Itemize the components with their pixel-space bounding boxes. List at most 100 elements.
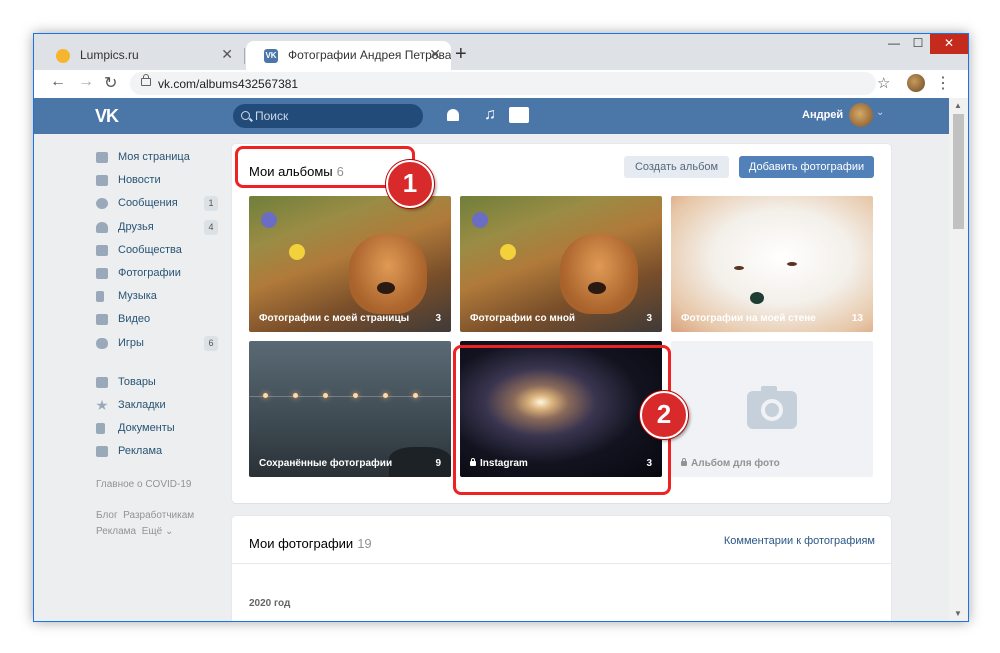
sidebar-item-label: Фотографии	[118, 266, 181, 279]
create-album-button[interactable]: Создать альбом	[624, 156, 729, 178]
sidebar-item-communities[interactable]: Сообщества	[94, 239, 224, 262]
album-count: 3	[646, 313, 652, 324]
sidebar-item-bookmarks[interactable]: Закладки	[94, 394, 224, 417]
sidebar-item-label: Реклама	[118, 445, 163, 458]
album-tile-photos-with-me[interactable]: Фотографии со мной 3	[460, 196, 662, 332]
sidebar-item-friends[interactable]: Друзья 4	[94, 216, 224, 239]
vk-logo[interactable]: VK	[95, 106, 125, 126]
fox-eye-shape	[734, 266, 744, 270]
message-bubble-icon	[96, 198, 108, 210]
sidebar-item-games[interactable]: Игры 6	[94, 332, 224, 355]
menu-kebab-icon[interactable]: ⋮	[935, 73, 951, 93]
sidebar-item-label: Документы	[118, 422, 175, 435]
sidebar-item-label: Сообщения	[118, 197, 178, 210]
chevron-down-icon[interactable]: ⌄	[165, 526, 173, 537]
new-tab-button[interactable]: +	[455, 43, 467, 66]
search-placeholder: Поиск	[255, 109, 289, 123]
annotation-marker-2: 2	[640, 391, 688, 439]
bookmark-star-icon[interactable]: ☆	[877, 74, 890, 92]
close-tab-icon[interactable]: ✕	[221, 46, 233, 63]
footer-blog-link[interactable]: Блог	[96, 510, 118, 521]
user-avatar[interactable]	[849, 103, 873, 127]
sidebar-item-ads[interactable]: Реклама	[94, 440, 224, 463]
sidebar-item-documents[interactable]: Документы	[94, 417, 224, 440]
album-name: Фотографии на моей стене	[681, 313, 816, 324]
user-name[interactable]: Андрей	[802, 109, 843, 121]
tab-lumpics[interactable]: Lumpics.ru ✕	[38, 41, 243, 70]
footer-ads-link[interactable]: Реклама	[96, 526, 136, 537]
megaphone-icon	[96, 446, 108, 458]
sidebar-item-messages[interactable]: Сообщения 1	[94, 192, 224, 215]
page-scrollbar[interactable]: ▲ ▼	[949, 98, 968, 621]
album-tile-saved-photos[interactable]: Сохранённые фотографии 9	[249, 341, 451, 477]
sidebar-item-video[interactable]: Видео	[94, 308, 224, 331]
footer-devs-link[interactable]: Разработчикам	[123, 510, 194, 521]
tab-vk-photos[interactable]: VK Фотографии Андрея Петрова – ✕	[246, 41, 451, 70]
reload-icon[interactable]: ↻	[104, 73, 117, 93]
browser-toolbar: ← → ↻ vk.com/albums432567381 ☆ ⋮	[34, 70, 968, 98]
chevron-down-icon[interactable]: ⌄	[876, 107, 884, 118]
photos-title: Мои фотографии 19	[249, 536, 372, 551]
music-note-icon[interactable]: ♫	[484, 106, 496, 124]
year-heading: 2020 год	[249, 598, 291, 609]
messages-count-badge: 1	[204, 196, 218, 212]
album-count: 3	[435, 313, 441, 324]
sidebar-item-label: Моя страница	[118, 151, 190, 163]
covid-link[interactable]: Главное о COVID-19	[94, 479, 224, 490]
album-tile-photo-album[interactable]: Альбом для фото	[671, 341, 873, 477]
album-tile-profile-photos[interactable]: Фотографии с моей страницы 3	[249, 196, 451, 332]
footer-more-link[interactable]: Ещё	[142, 526, 162, 537]
sidebar-item-my-page[interactable]: Моя страница	[94, 146, 224, 169]
flower-shape	[289, 244, 305, 260]
flower-shape	[261, 212, 277, 228]
tab-title: Фотографии Андрея Петрова –	[288, 48, 451, 62]
fox-eye-shape	[787, 262, 797, 266]
lumpics-favicon-icon	[56, 49, 70, 63]
sidebar-item-goods[interactable]: Товары	[94, 371, 224, 394]
forward-arrow-icon[interactable]: →	[78, 73, 94, 91]
add-photos-button[interactable]: Добавить фотографии	[739, 156, 874, 178]
light-bulb-shape	[353, 393, 358, 398]
notifications-bell-icon[interactable]	[447, 109, 459, 121]
album-name: Сохранённые фотографии	[259, 458, 393, 469]
close-window-button[interactable]: ✕	[930, 34, 968, 54]
sidebar-item-photos[interactable]: Фотографии	[94, 262, 224, 285]
scrollbar-thumb[interactable]	[953, 114, 964, 229]
music-icon	[96, 291, 104, 303]
tree-silhouette-shape	[389, 447, 451, 477]
dog-head-shape	[349, 234, 427, 314]
minimize-button[interactable]: —	[882, 34, 906, 54]
sidebar-item-music[interactable]: Музыка	[94, 285, 224, 308]
browser-window: Lumpics.ru ✕ VK Фотографии Андрея Петров…	[33, 33, 969, 622]
vk-header: VK Поиск ♫ Андрей ⌄	[34, 98, 949, 134]
album-tile-wall-photos[interactable]: Фотографии на моей стене 13	[671, 196, 873, 332]
player-icon[interactable]	[509, 107, 529, 123]
star-icon	[96, 399, 108, 410]
close-tab-icon[interactable]: ✕	[429, 46, 441, 63]
home-icon	[96, 152, 108, 163]
profile-avatar-icon[interactable]	[907, 74, 925, 92]
sidebar-item-news[interactable]: Новости	[94, 169, 224, 192]
light-bulb-shape	[383, 393, 388, 398]
my-photos-card: Мои фотографии 19 Комментарии к фотографи…	[232, 516, 891, 621]
news-icon	[96, 175, 108, 187]
fox-snout-shape	[750, 292, 764, 304]
friend-icon	[96, 221, 108, 233]
light-bulb-shape	[413, 393, 418, 398]
dog-nose-shape	[588, 282, 606, 294]
maximize-button[interactable]: ☐	[906, 34, 930, 54]
url-text: vk.com/albums432567381	[158, 77, 299, 91]
sidebar-item-label: Музыка	[118, 290, 157, 303]
sidebar-item-label: Товары	[118, 375, 156, 388]
games-count-badge: 6	[204, 335, 218, 351]
vk-search-input[interactable]: Поиск	[233, 104, 423, 128]
scroll-down-arrow-icon[interactable]: ▼	[954, 609, 962, 618]
back-arrow-icon[interactable]: ←	[50, 73, 66, 91]
scroll-up-arrow-icon[interactable]: ▲	[954, 101, 962, 110]
sidebar-item-label: Сообщества	[118, 243, 182, 256]
sidebar-footer: Блог Разработчикам Реклама Ещё ⌄	[94, 508, 224, 540]
sidebar-item-label: Игры	[118, 336, 144, 349]
address-bar[interactable]: vk.com/albums432567381	[130, 72, 876, 95]
photo-comments-link[interactable]: Комментарии к фотографиям	[724, 535, 875, 547]
